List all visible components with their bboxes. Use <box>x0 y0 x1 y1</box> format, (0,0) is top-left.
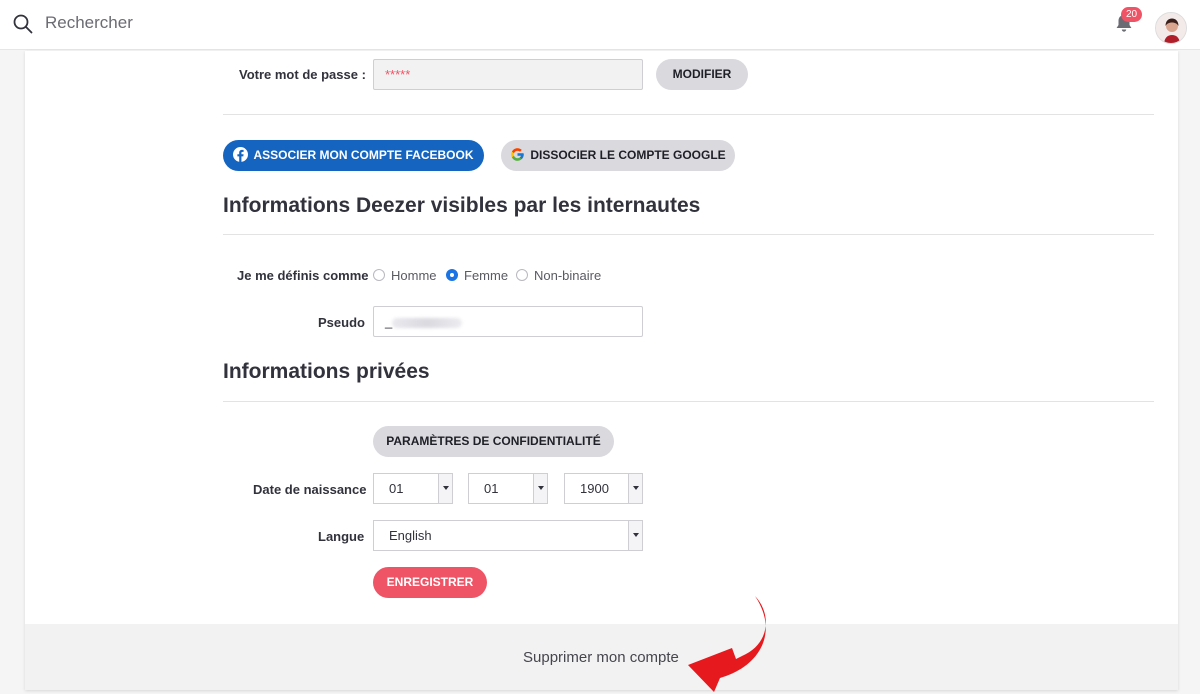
gender-option-label: Non-binaire <box>534 268 602 283</box>
gender-label: Je me définis comme <box>237 268 369 283</box>
pseudo-label: Pseudo <box>318 315 365 330</box>
pseudo-value: _ <box>385 314 393 329</box>
password-label: Votre mot de passe : <box>239 67 366 82</box>
chevron-down-icon[interactable] <box>533 474 547 503</box>
avatar[interactable] <box>1155 12 1187 44</box>
chevron-down-icon[interactable] <box>628 474 642 503</box>
pseudo-input[interactable]: _ <box>373 306 643 337</box>
divider <box>223 234 1154 235</box>
annotation-arrow-icon <box>688 596 766 692</box>
save-button[interactable]: ENREGISTRER <box>373 567 487 598</box>
google-unlink-button[interactable]: DISSOCIER LE COMPTE GOOGLE <box>501 140 735 171</box>
facebook-icon <box>233 147 249 163</box>
birth-day-value: 01 <box>389 481 404 496</box>
gender-option-label: Femme <box>464 268 509 283</box>
divider <box>223 114 1154 115</box>
gender-radio-homme[interactable] <box>373 269 385 281</box>
birth-month-select[interactable]: 01 <box>468 473 548 504</box>
birth-year-value: 1900 <box>580 481 609 496</box>
birth-year-select[interactable]: 1900 <box>564 473 643 504</box>
birthdate-label: Date de naissance <box>253 482 367 497</box>
gender-radio-femme[interactable] <box>446 269 458 281</box>
language-label: Langue <box>318 529 365 544</box>
delete-account-link[interactable]: Supprimer mon compte <box>523 649 679 666</box>
private-info-title: Informations privées <box>223 360 430 383</box>
birth-month-value: 01 <box>484 481 499 496</box>
facebook-link-button[interactable]: ASSOCIER MON COMPTE FACEBOOK <box>223 140 484 171</box>
gender-radio-non-binaire[interactable] <box>516 269 528 281</box>
facebook-link-label: ASSOCIER MON COMPTE FACEBOOK <box>253 148 474 162</box>
birth-day-select[interactable]: 01 <box>373 473 453 504</box>
public-info-title: Informations Deezer visibles par les int… <box>223 194 701 217</box>
blurred-pseudo <box>392 317 463 328</box>
google-unlink-label: DISSOCIER LE COMPTE GOOGLE <box>530 148 726 162</box>
divider <box>223 401 1154 402</box>
privacy-settings-button[interactable]: PARAMÈTRES DE CONFIDENTIALITÉ <box>373 426 614 457</box>
notification-badge: 20 <box>1121 7 1142 22</box>
language-select[interactable]: English <box>373 520 643 551</box>
google-icon <box>511 148 525 162</box>
gender-option-label: Homme <box>391 268 437 283</box>
top-bar: Rechercher 20 <box>0 0 1200 50</box>
modify-password-button[interactable]: MODIFIER <box>656 59 748 90</box>
search-input[interactable]: Rechercher <box>45 13 133 33</box>
chevron-down-icon[interactable] <box>628 521 642 550</box>
chevron-down-icon[interactable] <box>438 474 452 503</box>
language-value: English <box>389 528 432 543</box>
password-field: ***** <box>373 59 643 90</box>
search-icon[interactable] <box>13 14 33 34</box>
